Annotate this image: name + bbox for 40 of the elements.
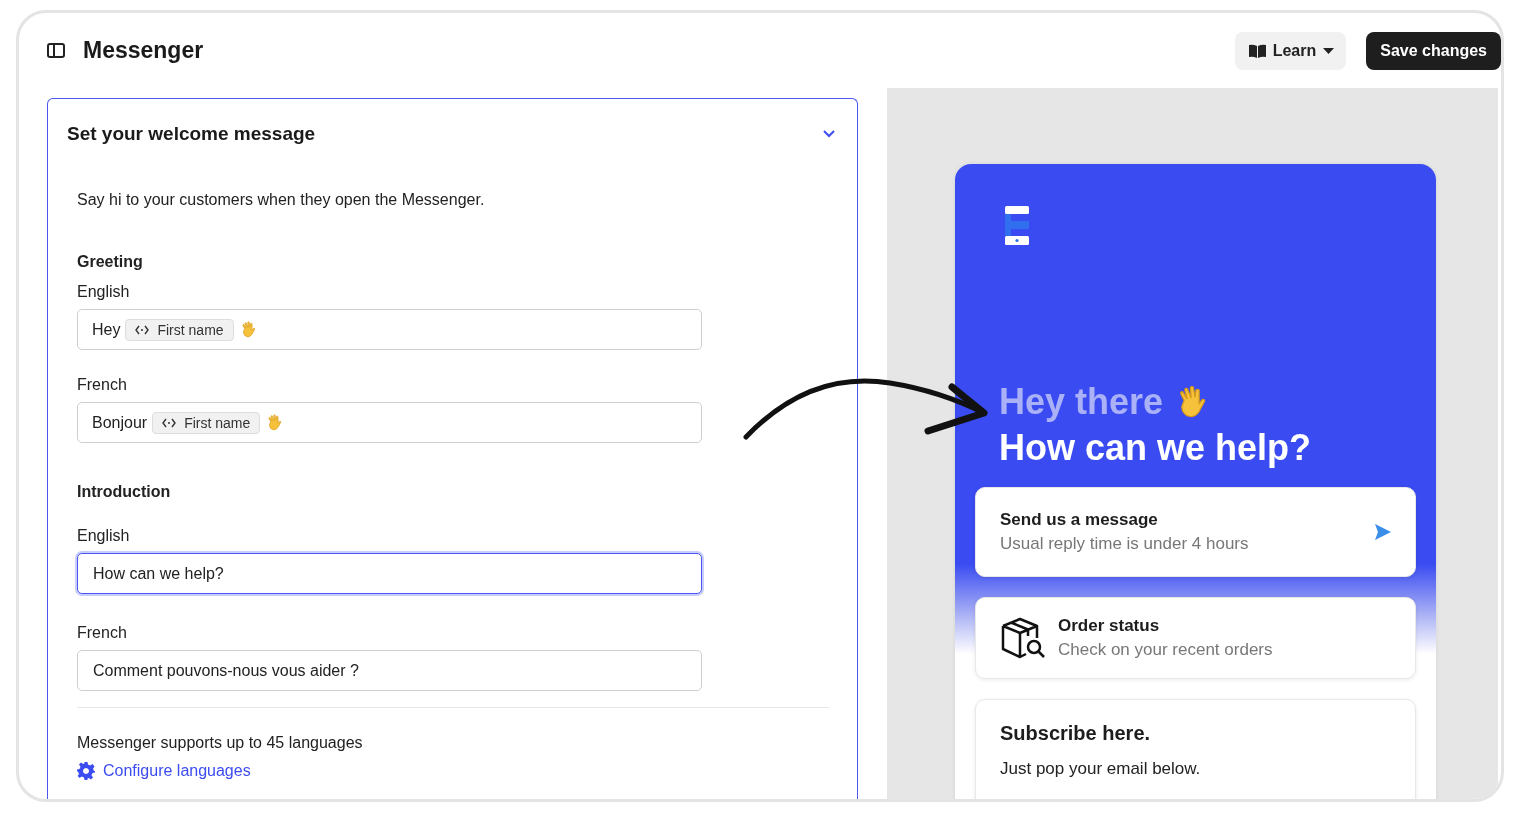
- languages-note: Messenger supports up to 45 languages: [77, 734, 364, 752]
- send-message-card[interactable]: Send us a message Usual reply time is under 4 hours: [975, 487, 1416, 577]
- package-search-icon: [1000, 616, 1046, 660]
- first-name-tag: First name: [125, 318, 234, 341]
- chevron-icon[interactable]: [823, 130, 835, 138]
- language-label: English: [77, 527, 131, 545]
- first-name-tag: First name: [152, 411, 261, 434]
- card-subtitle: Usual reply time is under 4 hours: [1000, 534, 1250, 554]
- save-changes-button[interactable]: Save changes: [1366, 31, 1501, 70]
- greeting-field[interactable]: Hey First name: [77, 309, 702, 350]
- card-title: Send us a message: [1000, 510, 1159, 530]
- sidebar-toggle-icon[interactable]: [47, 43, 65, 58]
- phone-logo-icon: [1005, 206, 1029, 245]
- order-status-card[interactable]: Order status Check on your recent orders: [975, 597, 1416, 679]
- send-icon: [1375, 524, 1391, 540]
- introduction-heading: Introduction: [77, 483, 172, 501]
- section-description: Say hi to your customers when they open the Messenger.: [77, 191, 486, 209]
- language-label: French: [77, 624, 128, 642]
- card-title: Order status: [1058, 616, 1161, 636]
- page-title: Messenger: [83, 37, 205, 64]
- section-title: Set your welcome message: [67, 123, 316, 145]
- greeting-field[interactable]: Bonjour First name: [77, 402, 702, 443]
- introduction-field[interactable]: Comment pouvons-nous vous aider ?: [77, 650, 702, 691]
- caret-icon: [1323, 47, 1335, 54]
- card-subtitle: Check on your recent orders: [1058, 640, 1274, 660]
- language-label: English: [77, 283, 131, 301]
- card-subtitle: Just pop your email below.: [1000, 759, 1202, 779]
- configure-languages-link[interactable]: Configure languages: [77, 762, 251, 780]
- subscribe-card[interactable]: Subscribe here. Just pop your email below.: [975, 699, 1416, 799]
- learn-button[interactable]: Learn: [1234, 31, 1347, 70]
- language-label: French: [77, 376, 128, 394]
- code-brackets-icon: [135, 324, 150, 335]
- greeting-text: Hey there: [999, 380, 1164, 424]
- book-icon: [1248, 43, 1266, 58]
- card-title: Subscribe here.: [1000, 722, 1152, 745]
- greeting-heading: Greeting: [77, 253, 144, 271]
- introduction-field[interactable]: How can we help?: [77, 553, 702, 594]
- code-brackets-icon: [162, 417, 177, 428]
- gear-icon: [77, 762, 95, 780]
- headline-text: How can we help?: [999, 426, 1313, 470]
